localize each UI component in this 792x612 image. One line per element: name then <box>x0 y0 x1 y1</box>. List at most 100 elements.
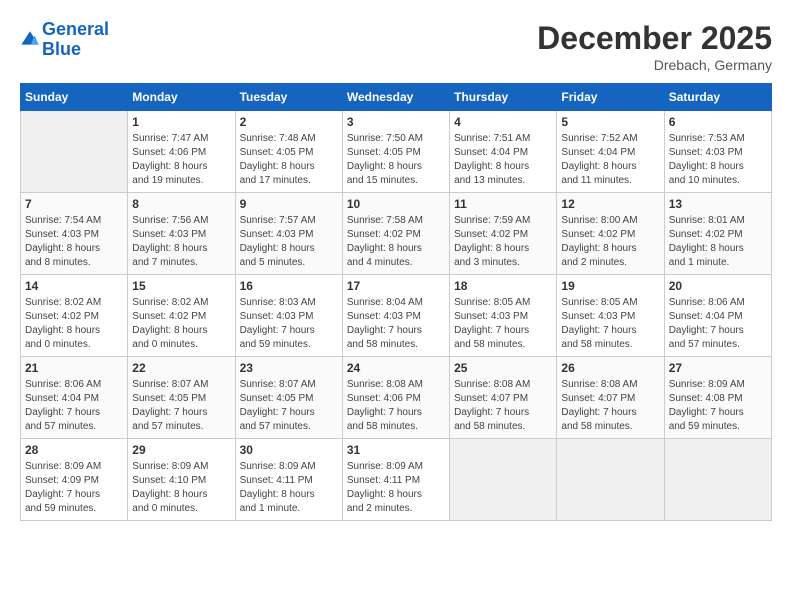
day-cell: 15Sunrise: 8:02 AMSunset: 4:02 PMDayligh… <box>128 275 235 357</box>
day-number: 25 <box>454 361 552 375</box>
day-number: 31 <box>347 443 445 457</box>
day-number: 11 <box>454 197 552 211</box>
day-cell: 3 Sunrise: 7:50 AMSunset: 4:05 PMDaylight… <box>342 111 449 193</box>
day-cell: 7Sunrise: 7:54 AMSunset: 4:03 PMDaylight… <box>21 193 128 275</box>
day-cell: 25 Sunrise: 8:08 AMSunset: 4:07 PMDayligh… <box>450 357 557 439</box>
day-number: 3 <box>347 115 445 129</box>
day-info: Sunrise: 7:59 AMSunset: 4:02 PMDaylight:… <box>454 214 552 270</box>
day-cell: 4Sunrise: 7:51 AMSunset: 4:04 PMDaylight… <box>450 111 557 193</box>
day-info: Sunrise: 8:09 AMSunset: 4:08 PMDaylight:… <box>669 378 767 434</box>
day-cell: 2 Sunrise: 7:48 AMSunset: 4:05 PMDaylight… <box>235 111 342 193</box>
day-info: Sunrise: 7:50 AMSunset: 4:05 PMDaylight:… <box>347 132 445 188</box>
day-cell: 31 Sunrise: 8:09 AMSunset: 4:11 PMDayligh… <box>342 439 449 521</box>
day-number: 29 <box>132 443 230 457</box>
day-cell: 28Sunrise: 8:09 AMSunset: 4:09 PMDayligh… <box>21 439 128 521</box>
day-cell: 1Sunrise: 7:47 AMSunset: 4:06 PMDaylight… <box>128 111 235 193</box>
day-number: 1 <box>132 115 230 129</box>
day-cell: 17Sunrise: 8:04 AMSunset: 4:03 PMDayligh… <box>342 275 449 357</box>
day-cell: 12 Sunrise: 8:00 AMSunset: 4:02 PMDayligh… <box>557 193 664 275</box>
day-number: 10 <box>347 197 445 211</box>
col-tuesday: Tuesday <box>235 84 342 111</box>
day-cell: 18 Sunrise: 8:05 AMSunset: 4:03 PMDayligh… <box>450 275 557 357</box>
col-thursday: Thursday <box>450 84 557 111</box>
day-number: 17 <box>347 279 445 293</box>
day-info: Sunrise: 8:09 AMSunset: 4:10 PMDaylight:… <box>132 460 230 516</box>
day-number: 20 <box>669 279 767 293</box>
location: Drebach, Germany <box>537 57 772 73</box>
calendar-body: 1Sunrise: 7:47 AMSunset: 4:06 PMDaylight… <box>21 111 772 521</box>
page-header: General Blue December 2025 Drebach, Germ… <box>20 20 772 73</box>
col-sunday: Sunday <box>21 84 128 111</box>
day-info: Sunrise: 8:08 AMSunset: 4:07 PMDaylight:… <box>561 378 659 434</box>
day-cell <box>557 439 664 521</box>
day-info: Sunrise: 8:06 AMSunset: 4:04 PMDaylight:… <box>669 296 767 352</box>
day-number: 15 <box>132 279 230 293</box>
day-number: 2 <box>240 115 338 129</box>
day-info: Sunrise: 7:51 AMSunset: 4:04 PMDaylight:… <box>454 132 552 188</box>
header-row: Sunday Monday Tuesday Wednesday Thursday… <box>21 84 772 111</box>
day-info: Sunrise: 8:03 AMSunset: 4:03 PMDaylight:… <box>240 296 338 352</box>
day-number: 19 <box>561 279 659 293</box>
day-cell: 21 Sunrise: 8:06 AMSunset: 4:04 PMDayligh… <box>21 357 128 439</box>
day-info: Sunrise: 8:00 AMSunset: 4:02 PMDaylight:… <box>561 214 659 270</box>
day-number: 5 <box>561 115 659 129</box>
day-cell: 11 Sunrise: 7:59 AMSunset: 4:02 PMDayligh… <box>450 193 557 275</box>
day-info: Sunrise: 7:57 AMSunset: 4:03 PMDaylight:… <box>240 214 338 270</box>
week-row-4: 21 Sunrise: 8:06 AMSunset: 4:04 PMDayligh… <box>21 357 772 439</box>
day-number: 24 <box>347 361 445 375</box>
day-number: 23 <box>240 361 338 375</box>
day-info: Sunrise: 8:06 AMSunset: 4:04 PMDaylight:… <box>25 378 123 434</box>
day-cell: 14 Sunrise: 8:02 AMSunset: 4:02 PMDayligh… <box>21 275 128 357</box>
day-cell: 9Sunrise: 7:57 AMSunset: 4:03 PMDaylight… <box>235 193 342 275</box>
week-row-2: 7Sunrise: 7:54 AMSunset: 4:03 PMDaylight… <box>21 193 772 275</box>
day-info: Sunrise: 7:56 AMSunset: 4:03 PMDaylight:… <box>132 214 230 270</box>
day-cell: 29 Sunrise: 8:09 AMSunset: 4:10 PMDayligh… <box>128 439 235 521</box>
col-monday: Monday <box>128 84 235 111</box>
calendar-header: Sunday Monday Tuesday Wednesday Thursday… <box>21 84 772 111</box>
day-cell: 6Sunrise: 7:53 AMSunset: 4:03 PMDaylight… <box>664 111 771 193</box>
day-info: Sunrise: 8:08 AMSunset: 4:06 PMDaylight:… <box>347 378 445 434</box>
day-info: Sunrise: 7:48 AMSunset: 4:05 PMDaylight:… <box>240 132 338 188</box>
day-cell <box>450 439 557 521</box>
day-cell: 24 Sunrise: 8:08 AMSunset: 4:06 PMDayligh… <box>342 357 449 439</box>
day-number: 18 <box>454 279 552 293</box>
day-cell <box>21 111 128 193</box>
day-info: Sunrise: 8:09 AMSunset: 4:11 PMDaylight:… <box>347 460 445 516</box>
day-number: 21 <box>25 361 123 375</box>
col-saturday: Saturday <box>664 84 771 111</box>
day-info: Sunrise: 8:08 AMSunset: 4:07 PMDaylight:… <box>454 378 552 434</box>
logo: General Blue <box>20 20 109 60</box>
day-number: 26 <box>561 361 659 375</box>
col-wednesday: Wednesday <box>342 84 449 111</box>
day-info: Sunrise: 8:02 AMSunset: 4:02 PMDaylight:… <box>25 296 123 352</box>
day-info: Sunrise: 8:09 AMSunset: 4:09 PMDaylight:… <box>25 460 123 516</box>
day-cell: 22 Sunrise: 8:07 AMSunset: 4:05 PMDayligh… <box>128 357 235 439</box>
logo-line2: Blue <box>42 39 81 59</box>
day-number: 8 <box>132 197 230 211</box>
day-number: 27 <box>669 361 767 375</box>
day-number: 14 <box>25 279 123 293</box>
day-number: 12 <box>561 197 659 211</box>
day-number: 16 <box>240 279 338 293</box>
day-cell: 13Sunrise: 8:01 AMSunset: 4:02 PMDayligh… <box>664 193 771 275</box>
title-block: December 2025 Drebach, Germany <box>537 20 772 73</box>
day-info: Sunrise: 8:07 AMSunset: 4:05 PMDaylight:… <box>132 378 230 434</box>
day-info: Sunrise: 8:07 AMSunset: 4:05 PMDaylight:… <box>240 378 338 434</box>
day-cell: 20 Sunrise: 8:06 AMSunset: 4:04 PMDayligh… <box>664 275 771 357</box>
day-info: Sunrise: 8:09 AMSunset: 4:11 PMDaylight:… <box>240 460 338 516</box>
day-cell: 10 Sunrise: 7:58 AMSunset: 4:02 PMDayligh… <box>342 193 449 275</box>
day-info: Sunrise: 8:05 AMSunset: 4:03 PMDaylight:… <box>454 296 552 352</box>
day-cell: 27 Sunrise: 8:09 AMSunset: 4:08 PMDayligh… <box>664 357 771 439</box>
day-cell: 16 Sunrise: 8:03 AMSunset: 4:03 PMDayligh… <box>235 275 342 357</box>
calendar-table: Sunday Monday Tuesday Wednesday Thursday… <box>20 83 772 521</box>
day-cell <box>664 439 771 521</box>
day-info: Sunrise: 7:58 AMSunset: 4:02 PMDaylight:… <box>347 214 445 270</box>
day-cell: 8 Sunrise: 7:56 AMSunset: 4:03 PMDaylight… <box>128 193 235 275</box>
day-number: 22 <box>132 361 230 375</box>
week-row-3: 14 Sunrise: 8:02 AMSunset: 4:02 PMDayligh… <box>21 275 772 357</box>
week-row-5: 28Sunrise: 8:09 AMSunset: 4:09 PMDayligh… <box>21 439 772 521</box>
month-title: December 2025 <box>537 20 772 57</box>
day-cell: 5 Sunrise: 7:52 AMSunset: 4:04 PMDaylight… <box>557 111 664 193</box>
day-info: Sunrise: 7:52 AMSunset: 4:04 PMDaylight:… <box>561 132 659 188</box>
day-cell: 26 Sunrise: 8:08 AMSunset: 4:07 PMDayligh… <box>557 357 664 439</box>
